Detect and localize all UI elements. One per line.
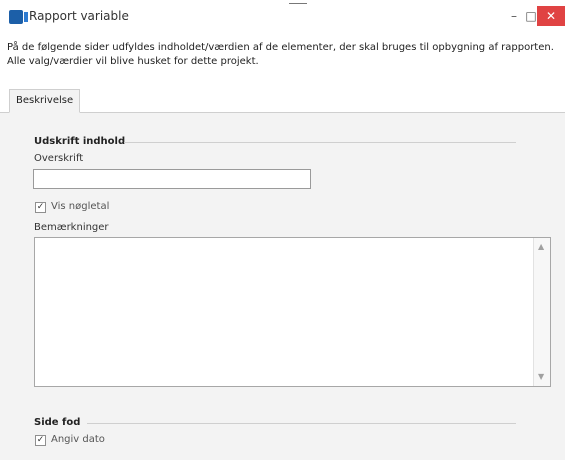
- instructions-line-2: Alle valg/værdier vil blive husket for d…: [7, 56, 259, 67]
- check-icon: ✓: [36, 202, 45, 212]
- tab-beskrivelse[interactable]: Beskrivelse: [9, 89, 81, 113]
- scroll-up-icon[interactable]: ▲: [538, 242, 544, 251]
- title-bar[interactable]: Rapport variable – □ ✕: [0, 0, 565, 34]
- group-header-footer: Side fod: [34, 417, 81, 428]
- group-divider-footer: [87, 423, 516, 424]
- instructions-text: På de følgende sider udfyldes indholdet/…: [7, 41, 562, 69]
- group-header-print-content: Udskrift indhold: [34, 136, 126, 147]
- report-app-icon: [9, 10, 28, 24]
- show-keyfigures-checkbox[interactable]: ✓: [35, 202, 46, 213]
- top-edge-mark: [289, 3, 307, 4]
- scroll-down-icon[interactable]: ▼: [538, 372, 544, 381]
- remarks-label: Bemærkninger: [34, 222, 109, 233]
- remarks-scrollbar[interactable]: ▲ ▼: [533, 238, 550, 386]
- rapport-variable-window: Rapport variable – □ ✕ På de følgende si…: [0, 0, 565, 460]
- show-keyfigures-checkbox-row[interactable]: ✓ Vis nøgletal: [35, 201, 155, 215]
- window-title: Rapport variable: [29, 9, 129, 23]
- show-date-checkbox[interactable]: ✓: [35, 435, 46, 446]
- remarks-textarea[interactable]: ▲ ▼: [34, 237, 551, 387]
- show-date-checkbox-row[interactable]: ✓ Angiv dato: [35, 434, 155, 448]
- instructions-line-1: På de følgende sider udfyldes indholdet/…: [7, 42, 554, 53]
- heading-label: Overskrift: [34, 153, 84, 164]
- heading-input[interactable]: [33, 169, 311, 189]
- tab-strip: Beskrivelse: [0, 84, 565, 113]
- group-divider-print-content: [124, 142, 516, 143]
- show-date-label: Angiv dato: [51, 434, 105, 445]
- close-button[interactable]: ✕: [537, 6, 565, 26]
- show-keyfigures-label: Vis nøgletal: [51, 201, 110, 212]
- check-icon: ✓: [36, 435, 45, 445]
